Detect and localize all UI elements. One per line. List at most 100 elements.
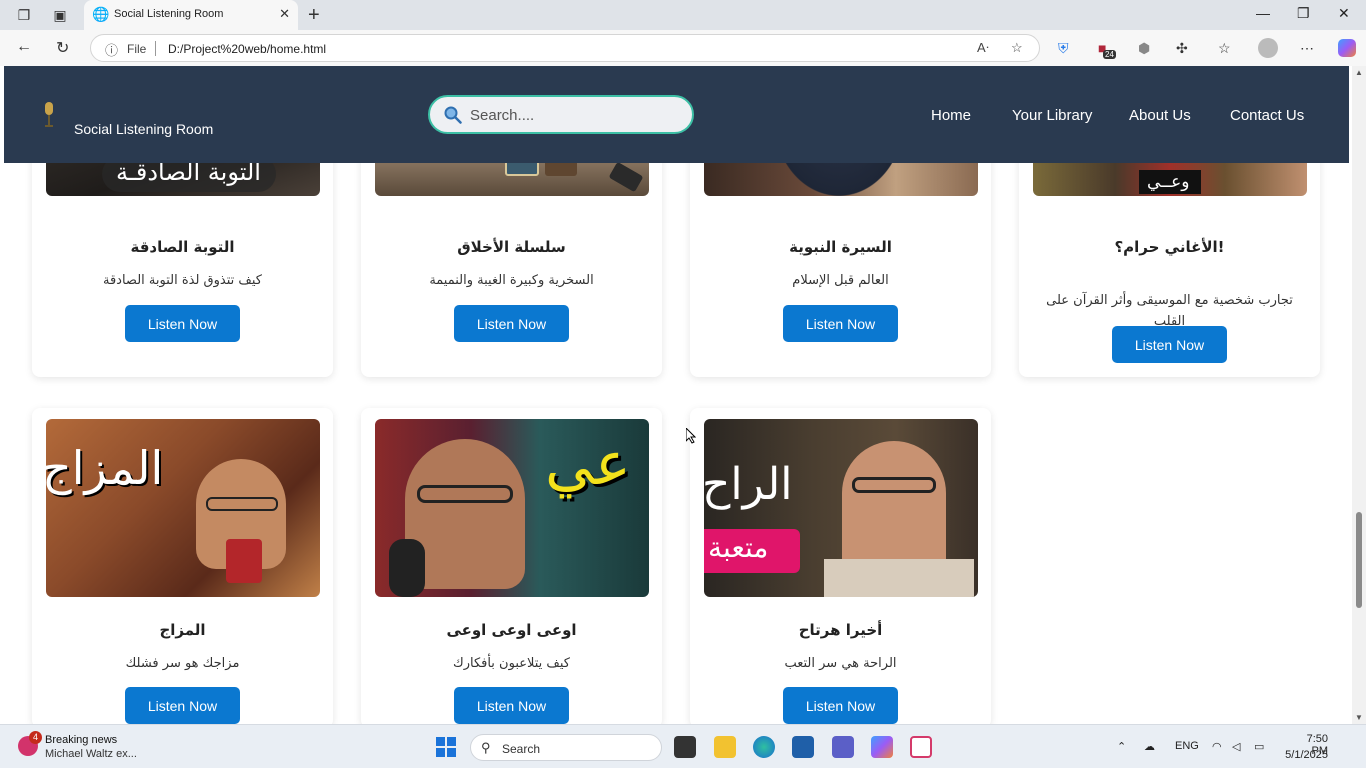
shield-gray-icon[interactable]: ⬢ [1138,40,1150,57]
thumbnail-caption-secondary: متعبة [708,531,769,564]
card-title: اوعى اوعى اوعى [446,621,577,639]
url-text[interactable]: D:/Project%20web/home.html [168,42,326,56]
copilot-app-icon[interactable] [871,736,893,758]
card-title: !الأغاني حرام؟ [1114,238,1225,256]
thumbnail-caption: وعــي [1147,172,1190,192]
card-description: السخرية وكبيرة الغيبة والنميمة [429,273,594,288]
profile-avatar[interactable] [1258,38,1278,58]
card-title: المزاج [159,621,206,639]
scroll-up-arrow-icon[interactable]: ▲ [1355,68,1363,77]
tea-glass [226,539,262,583]
thumbnail-caption: المزاج [46,441,164,495]
divider [155,41,156,56]
card-description: مزاجك هو سر فشلك [125,656,240,671]
restore-button[interactable]: ❐ [1297,5,1310,22]
microphone-logo-icon [45,102,53,127]
terminal-app-icon[interactable] [674,736,696,758]
microphone-shape [389,539,425,597]
teams-app-icon[interactable] [832,736,854,758]
card-title: أخيرا هرتاح [798,621,883,639]
card-thumbnail[interactable]: عي [375,419,649,597]
globe-icon: 🌐 [92,6,110,22]
browser-tab[interactable]: 🌐 Social Listening Room ✕ [84,0,298,30]
windows-taskbar: 4 Breaking news Michael Waltz ex... ⚲ Se… [0,724,1366,768]
windows-start-icon[interactable] [436,737,456,757]
nav-contact-us[interactable]: Contact Us [1230,107,1304,124]
news-badge: 4 [29,731,42,744]
page-scrollbar[interactable]: ▲ ▼ [1352,66,1366,724]
workspaces-icon[interactable]: ❐ [14,5,34,25]
taskbar-search-label: Search [502,742,541,756]
podcast-card: الراح متعبة أخيرا هرتاح الراحة هي سر الت… [690,408,991,724]
nav-about-us[interactable]: About Us [1129,107,1191,124]
card-title: التوبة الصادقة [130,238,235,256]
card-description: كيف يتلاعبون بأفكارك [453,656,570,671]
brand-name[interactable]: Social Listening Room [74,121,213,137]
podcast-card: المزاج المزاج مزاجك هو سر فشلك Listen No… [32,408,333,724]
mouse-cursor-icon [686,428,696,444]
card-description: الراحة هي سر التعب [784,656,897,671]
favorite-star-icon[interactable]: ☆ [1011,40,1023,56]
browser-toolbar: ← ↻ ⓘ File D:/Project%20web/home.html Aᐧ… [0,30,1366,66]
address-bar[interactable]: ⓘ File D:/Project%20web/home.html Aᐧ ☆ [90,34,1040,62]
cloud-icon[interactable]: ☁ [1144,740,1155,753]
news-subtitle[interactable]: Michael Waltz ex... [45,748,137,760]
sweater-shape [824,559,974,597]
more-options-icon[interactable]: ⋯ [1300,40,1314,57]
listen-now-button[interactable]: Listen Now [125,687,240,724]
shield-extension-icon[interactable]: ⛨ [1058,40,1069,57]
listen-now-button[interactable]: Listen Now [125,305,240,342]
search-input[interactable] [470,105,680,125]
tray-overflow-icon[interactable]: ⌃ [1117,740,1126,753]
glasses-shape [852,477,936,493]
read-aloud-icon[interactable]: Aᐧ [977,40,989,56]
info-icon[interactable]: ⓘ [105,40,118,59]
browser-tab-bar: ❐ ▣ 🌐 Social Listening Room ✕ + — ❐ ✕ [0,0,1366,30]
snipping-tool-icon[interactable] [910,736,932,758]
nav-your-library[interactable]: Your Library [1012,107,1092,124]
card-thumbnail[interactable]: الراح متعبة [704,419,978,597]
battery-icon[interactable]: ▭ [1254,740,1264,753]
minimize-button[interactable]: — [1256,5,1270,21]
card-thumbnail[interactable]: المزاج [46,419,320,597]
close-window-button[interactable]: ✕ [1338,5,1350,22]
search-icon [444,106,462,124]
card-description: كيف تتذوق لذة التوبة الصادقة [102,273,262,288]
extensions-puzzle-icon[interactable]: ✣ [1176,40,1188,57]
back-icon[interactable]: ← [16,38,32,56]
search-box[interactable] [428,95,694,134]
tab-actions-icon[interactable]: ▣ [50,5,70,25]
listen-now-button[interactable]: Listen Now [454,687,569,724]
news-title[interactable]: Breaking news [45,734,117,746]
favorites-icon[interactable]: ☆ [1218,40,1231,57]
page-viewport: Social Listening Room Home Your Library … [0,66,1366,724]
volume-icon[interactable]: ◁ [1232,740,1240,753]
new-tab-button[interactable]: + [308,4,320,27]
tab-title: Social Listening Room [114,8,224,20]
refresh-icon[interactable]: ↻ [56,38,69,58]
podcast-card: عي اوعى اوعى اوعى كيف يتلاعبون بأفكارك L… [361,408,662,724]
store-app-icon[interactable] [792,736,814,758]
language-indicator[interactable]: ENG [1175,740,1199,752]
wifi-icon[interactable]: ◠ [1212,740,1222,753]
taskbar-search[interactable]: ⚲ Search [470,734,662,761]
listen-now-button[interactable]: Listen Now [783,305,898,342]
file-label: File [127,42,147,56]
copilot-icon[interactable] [1338,39,1356,57]
phone-shape [608,161,644,193]
card-title: سلسلة الأخلاق [457,238,566,256]
scrollbar-thumb[interactable] [1356,512,1362,608]
file-explorer-icon[interactable] [714,736,736,758]
scroll-down-arrow-icon[interactable]: ▼ [1355,713,1363,722]
glasses-shape [417,485,513,503]
card-description: العالم قبل الإسلام [792,273,889,288]
close-tab-icon[interactable]: ✕ [279,6,290,22]
listen-now-button[interactable]: Listen Now [1112,326,1227,363]
clock-date[interactable]: 5/1/2025 [1284,749,1328,761]
listen-now-button[interactable]: Listen Now [454,305,569,342]
nav-home[interactable]: Home [931,107,971,124]
glasses-shape [206,497,278,511]
listen-now-button[interactable]: Listen Now [783,687,898,724]
edge-browser-icon[interactable] [753,736,775,758]
site-navbar: Social Listening Room Home Your Library … [4,66,1349,163]
